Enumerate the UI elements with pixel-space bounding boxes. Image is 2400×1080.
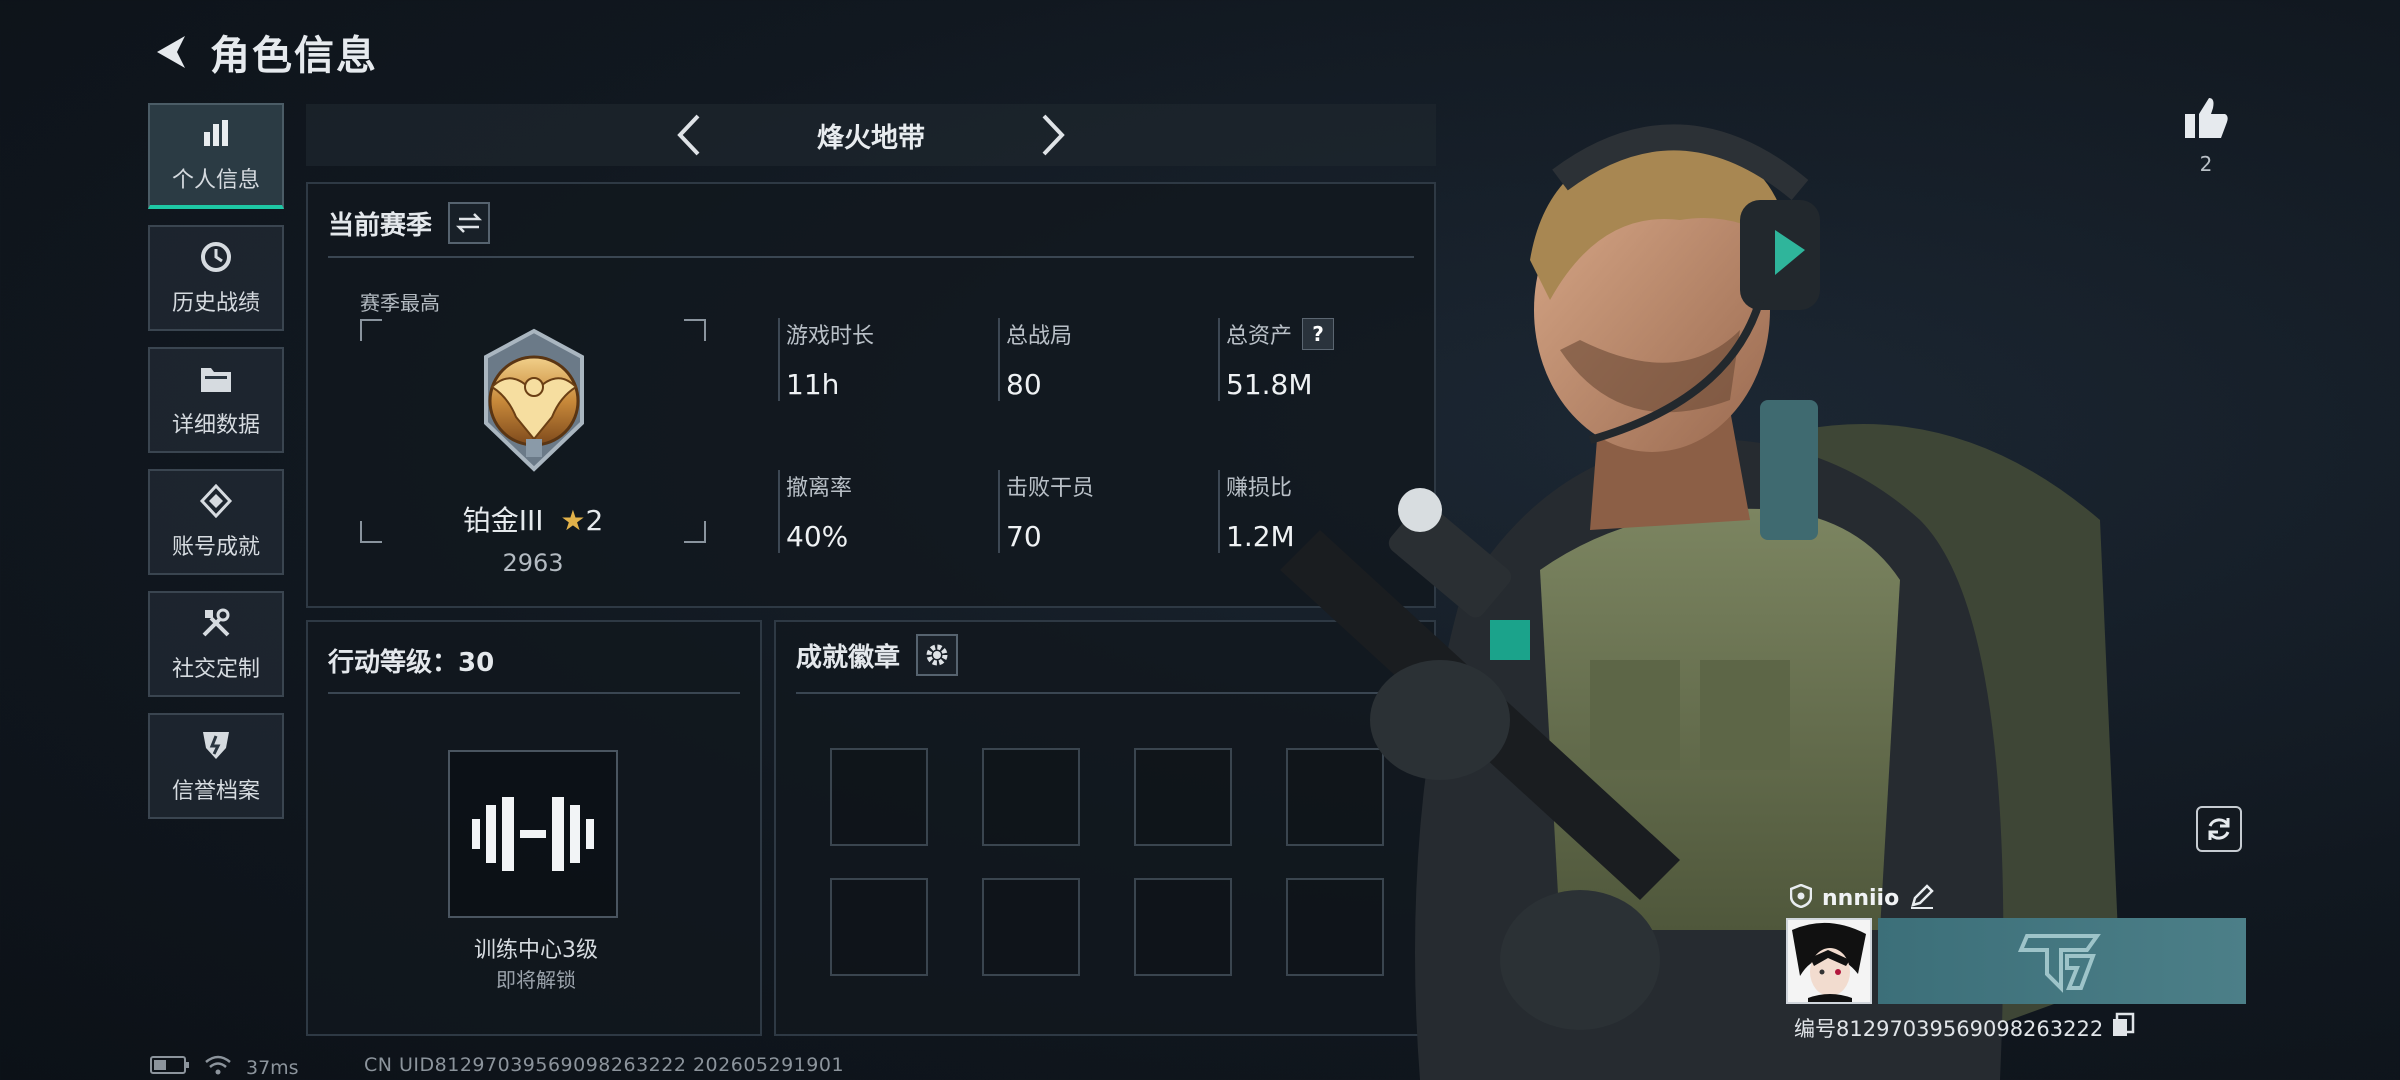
stat-label: 总战局 bbox=[1006, 324, 1073, 349]
achievement-icon bbox=[198, 483, 234, 519]
stat-play-time: 游戏时长 11h bbox=[778, 318, 978, 401]
frame-corner bbox=[684, 319, 706, 341]
rank-frame: 铂金III ★2 2963 bbox=[360, 319, 706, 577]
chevron-left-icon[interactable] bbox=[666, 112, 712, 158]
like-count: 2 bbox=[2199, 152, 2213, 176]
stat-value: 80 bbox=[1006, 368, 1042, 401]
avatar[interactable] bbox=[1786, 918, 1872, 1004]
badges-header: 成就徽章 bbox=[796, 634, 959, 676]
badge-slot[interactable] bbox=[1134, 748, 1232, 846]
credit-icon bbox=[198, 727, 234, 763]
bar-chart-icon bbox=[198, 116, 234, 152]
stat-extraction-rate: 撤离率 40% bbox=[778, 470, 978, 553]
thumbs-up-icon bbox=[2185, 98, 2228, 138]
badge-slot[interactable] bbox=[1134, 878, 1232, 976]
stat-label: 撤离率 bbox=[786, 476, 853, 501]
nav-item-label: 详细数据 bbox=[171, 413, 260, 438]
badge-slot[interactable] bbox=[982, 748, 1080, 846]
player-id-row: 编号81297039569098263222 bbox=[1794, 1012, 2135, 1043]
name-card-banner[interactable] bbox=[1878, 918, 2246, 1004]
player-id: 编号81297039569098263222 bbox=[1794, 1016, 2104, 1041]
stat-total-matches: 总战局 80 bbox=[998, 318, 1198, 401]
training-center-status: 即将解锁 bbox=[496, 968, 576, 992]
badges-title: 成就徽章 bbox=[796, 642, 901, 673]
copy-icon[interactable] bbox=[2111, 1012, 2135, 1043]
training-center-name: 训练中心3级 bbox=[474, 938, 598, 963]
stat-value: 70 bbox=[1006, 520, 1042, 553]
nav-item-credit-profile[interactable]: 信誉档案 bbox=[148, 713, 284, 819]
chevron-right-icon[interactable] bbox=[1030, 112, 1076, 158]
player-name-row: nnniio bbox=[1789, 880, 1935, 916]
nav-item-history[interactable]: 历史战绩 bbox=[148, 225, 284, 331]
history-icon bbox=[198, 239, 234, 275]
rank-stars: 2 bbox=[585, 504, 604, 537]
shield-icon bbox=[1789, 883, 1813, 912]
rank-name: 铂金III bbox=[462, 504, 544, 537]
stat-label: 游戏时长 bbox=[786, 324, 875, 349]
nav-item-social-custom[interactable]: 社交定制 bbox=[148, 591, 284, 697]
stat-value: 40% bbox=[786, 520, 849, 553]
action-level-panel: 行动等级：30 训练中心3级 即将解锁 bbox=[306, 620, 762, 1036]
dumbbell-icon bbox=[472, 797, 594, 871]
edit-icon[interactable] bbox=[1909, 883, 1935, 913]
stat-value: 11h bbox=[786, 368, 840, 401]
season-peak-label: 赛季最高 bbox=[360, 291, 440, 315]
ping-value: 37ms bbox=[246, 1056, 299, 1079]
rank-emblem-icon bbox=[462, 327, 606, 479]
battery-icon bbox=[150, 1056, 190, 1079]
folder-icon bbox=[198, 361, 234, 397]
mode-title: 烽火地带 bbox=[817, 122, 925, 154]
nav-item-label: 账号成就 bbox=[171, 535, 260, 560]
gear-icon[interactable] bbox=[916, 634, 959, 676]
rank-score: 2963 bbox=[502, 549, 564, 577]
badge-slot[interactable] bbox=[830, 878, 928, 976]
training-center-tile[interactable] bbox=[448, 750, 618, 918]
divider bbox=[328, 692, 740, 694]
rank-name-row: 铂金III ★2 bbox=[360, 499, 706, 539]
frame-corner bbox=[360, 319, 382, 341]
divider bbox=[328, 256, 1414, 258]
season-header: 当前赛季 bbox=[328, 202, 491, 244]
nav-item-label: 历史战绩 bbox=[171, 291, 260, 316]
tools-icon bbox=[198, 605, 234, 641]
player-name: nnniio bbox=[1822, 885, 1900, 911]
cn-uid-text: CN UID81297039569098263222 202605291901 bbox=[364, 1054, 845, 1076]
nav-item-detailed-data[interactable]: 详细数据 bbox=[148, 347, 284, 453]
game-logo-icon bbox=[2017, 934, 2101, 993]
page-title: 角色信息 bbox=[210, 33, 378, 79]
stat-label: 击败干员 bbox=[1006, 476, 1095, 501]
nav-item-label: 社交定制 bbox=[171, 657, 260, 682]
wifi-icon bbox=[204, 1054, 232, 1080]
header: 角色信息 bbox=[150, 22, 378, 82]
star-icon: ★ bbox=[560, 504, 586, 537]
badge-slot[interactable] bbox=[830, 748, 928, 846]
stat-operators-defeated: 击败干员 70 bbox=[998, 470, 1198, 553]
side-nav: 个人信息 历史战绩 详细数据 账号成就 社交定制 信誉档案 bbox=[148, 103, 286, 835]
nav-item-label: 信誉档案 bbox=[171, 779, 260, 804]
season-title: 当前赛季 bbox=[328, 210, 433, 241]
badge-slot[interactable] bbox=[982, 878, 1080, 976]
action-level-title: 行动等级：30 bbox=[328, 648, 495, 678]
nav-item-personal-info[interactable]: 个人信息 bbox=[148, 103, 284, 209]
swap-icon[interactable] bbox=[448, 202, 491, 244]
refresh-icon[interactable] bbox=[2196, 806, 2242, 852]
nav-item-achievements[interactable]: 账号成就 bbox=[148, 469, 284, 575]
back-arrow-icon[interactable] bbox=[150, 31, 192, 73]
status-bar: 37ms bbox=[150, 1054, 299, 1080]
nav-item-label: 个人信息 bbox=[171, 168, 260, 193]
like-widget[interactable]: 2 bbox=[2180, 96, 2232, 176]
